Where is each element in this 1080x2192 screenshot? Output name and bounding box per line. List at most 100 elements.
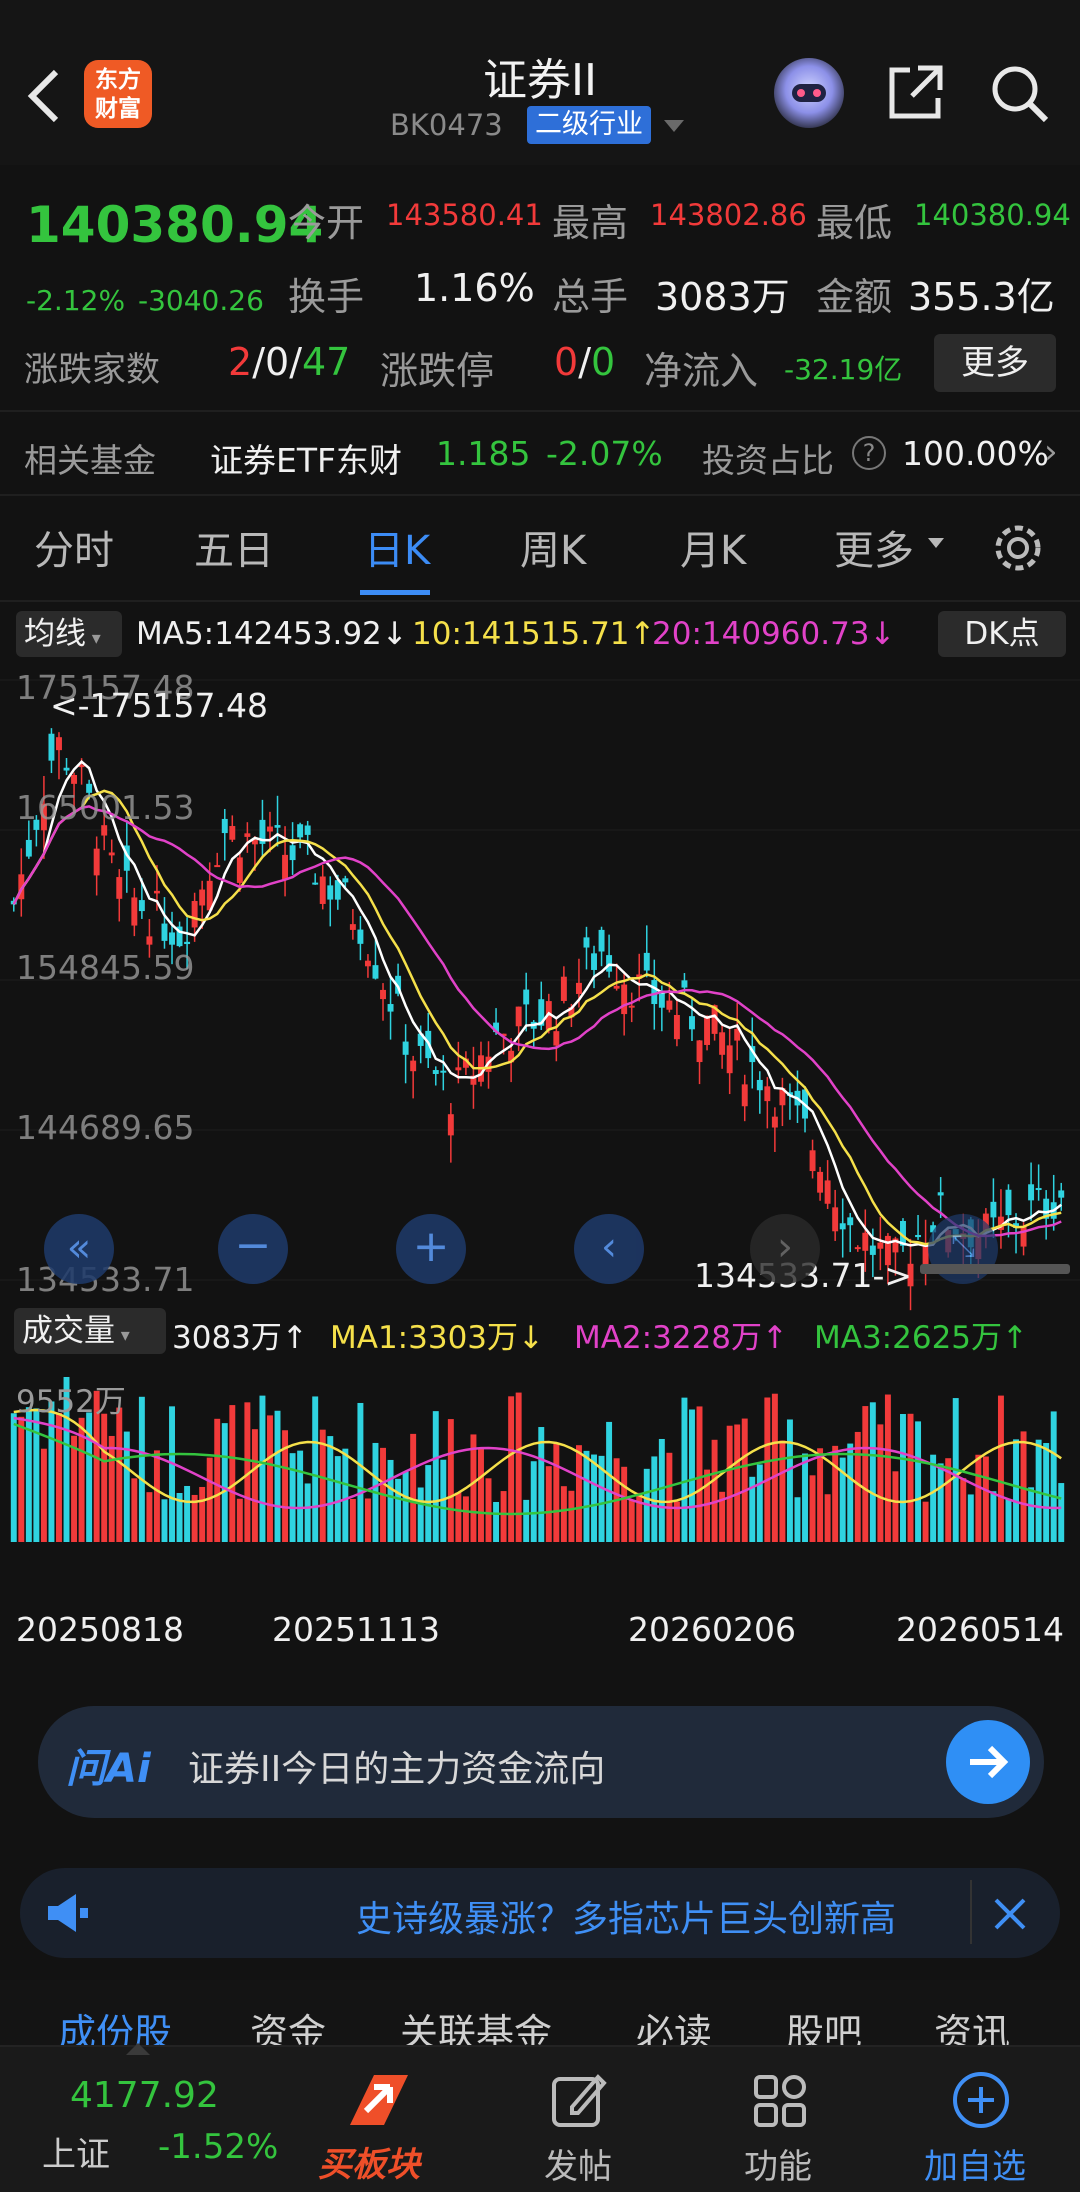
candle-body — [719, 1032, 726, 1055]
volume-bar — [1043, 1443, 1050, 1542]
kline-price-chart[interactable] — [0, 660, 1080, 1360]
candle-body — [854, 1247, 861, 1250]
ma10-line — [12, 789, 1062, 1246]
scroll-left-fast-icon[interactable]: « — [44, 1214, 114, 1284]
volume-bar — [56, 1412, 62, 1542]
close-icon[interactable] — [992, 1896, 1028, 1932]
buy-sector-icon — [350, 2075, 408, 2125]
news-banner[interactable]: 史诗级暴涨？多指芯片巨头创新高 — [20, 1868, 1060, 1958]
volume-bar — [267, 1415, 273, 1542]
vma2-readout: MA2:3228万↑ — [574, 1320, 788, 1356]
candle-body — [161, 923, 168, 941]
volume-bar — [33, 1408, 40, 1542]
chevron-right-icon[interactable]: › — [1044, 432, 1058, 472]
volume-bar — [689, 1409, 695, 1542]
vma1-readout: MA1:3303万↓ — [330, 1320, 544, 1356]
chevron-down-icon[interactable] — [664, 120, 684, 132]
volume-selector[interactable]: 成交量 ▾ — [14, 1308, 166, 1354]
limit-down-count: 0 — [591, 340, 616, 384]
candle-body — [575, 982, 582, 994]
volume-bar — [297, 1450, 304, 1542]
net-flow-value: -32.19亿 — [784, 353, 903, 386]
robot-avatar-icon[interactable] — [774, 58, 844, 128]
candle-body — [523, 989, 530, 1005]
search-icon[interactable] — [988, 62, 1050, 124]
date-label-1: 20251113 — [272, 1610, 440, 1649]
volume-bar — [628, 1500, 635, 1542]
ratio-label: 投资占比 — [702, 441, 834, 480]
ma20-readout: 20:140960.73↓ — [652, 616, 896, 652]
scroll-handle[interactable] — [920, 1264, 1070, 1274]
volume-bar — [802, 1453, 808, 1542]
fund-price: 1.185 — [436, 434, 531, 473]
candle-body — [402, 1041, 409, 1055]
volume-bar — [508, 1396, 515, 1542]
volume-bar — [289, 1453, 296, 1542]
net-flow-label: 净流入 — [644, 349, 759, 393]
amount-value: 355.3亿 — [908, 275, 1055, 319]
volume-bar — [319, 1429, 326, 1542]
candle-body — [214, 865, 221, 868]
volume-bar — [937, 1463, 944, 1542]
volume-bar — [10, 1413, 17, 1542]
candle-body — [862, 1232, 869, 1251]
tab-more[interactable]: 更多 — [834, 518, 914, 576]
volume-bar — [606, 1421, 613, 1542]
more-dropdown-icon[interactable] — [928, 538, 944, 548]
ma-selector[interactable]: 均线 ▾ — [16, 611, 122, 657]
more-button[interactable]: 更多 — [934, 334, 1056, 392]
low-value: 140380.94 — [914, 198, 1071, 232]
volume-bar — [583, 1450, 590, 1542]
volume-bar — [553, 1443, 560, 1542]
post-label: 发帖 — [544, 2147, 612, 2187]
volume-bar — [560, 1486, 567, 1542]
volume-bar — [251, 1429, 258, 1542]
candle-body — [447, 1114, 454, 1136]
scroll-left-icon[interactable]: ‹ — [574, 1214, 644, 1284]
tab-daily-k[interactable]: 日K — [364, 518, 430, 576]
ma10-readout: 10:141515.71↑ — [412, 616, 656, 652]
candle-body — [681, 980, 688, 988]
volume-readout: 3083万↑ — [172, 1320, 308, 1356]
tab-weekly-k[interactable]: 周K — [520, 518, 586, 576]
dk-point-button[interactable]: DK点 — [938, 611, 1066, 657]
zoom-out-icon[interactable]: − — [218, 1214, 288, 1284]
candle-body — [1028, 1184, 1035, 1201]
candle-body — [410, 1060, 417, 1072]
volume-bar — [1028, 1487, 1035, 1542]
volume-bar — [485, 1478, 492, 1542]
candle-body — [108, 852, 115, 856]
kline-chart-area[interactable]: 均线 ▾ MA5:142453.92↓ 10:141515.71↑ 20:140… — [0, 610, 1080, 1680]
volume-chart[interactable] — [0, 1362, 1080, 1582]
scroll-right-icon[interactable]: › — [750, 1214, 820, 1284]
arrow-right-icon — [970, 1745, 1009, 1779]
tab-five-day[interactable]: 五日 — [194, 518, 274, 576]
candle-body — [726, 1045, 733, 1074]
candle-body — [297, 824, 304, 838]
tab-intraday[interactable]: 分时 — [34, 518, 114, 576]
vma3-readout: MA3:2625万↑ — [814, 1320, 1028, 1356]
volume-bar — [779, 1440, 786, 1542]
sector-level-tag[interactable]: 二级行业 — [527, 106, 651, 144]
volume-bar — [930, 1454, 937, 1542]
ask-ai-bar[interactable]: 问Ai 证券II今日的主力资金流向 — [38, 1706, 1044, 1818]
y-label-3: 144689.65 — [16, 1108, 195, 1147]
help-icon[interactable]: ? — [852, 436, 886, 470]
volume-bar — [681, 1397, 688, 1542]
zoom-in-icon[interactable]: + — [396, 1214, 466, 1284]
date-label-3: 20260514 — [896, 1610, 1064, 1649]
high-value: 143802.86 — [650, 198, 807, 232]
candle-body — [267, 826, 273, 832]
ai-send-button[interactable] — [946, 1720, 1030, 1804]
high-label: 最高 — [552, 201, 629, 245]
ma5-line — [12, 759, 1062, 1248]
sector-code: BK0473 — [390, 108, 503, 142]
settings-gear-icon[interactable] — [990, 520, 1046, 576]
candle-body — [184, 941, 191, 945]
candle-body — [138, 900, 145, 912]
tab-monthly-k[interactable]: 月K — [680, 518, 746, 576]
candle-body — [116, 877, 123, 899]
candle-body — [560, 976, 567, 1001]
share-icon[interactable] — [884, 62, 946, 124]
candle-body — [764, 1086, 771, 1102]
